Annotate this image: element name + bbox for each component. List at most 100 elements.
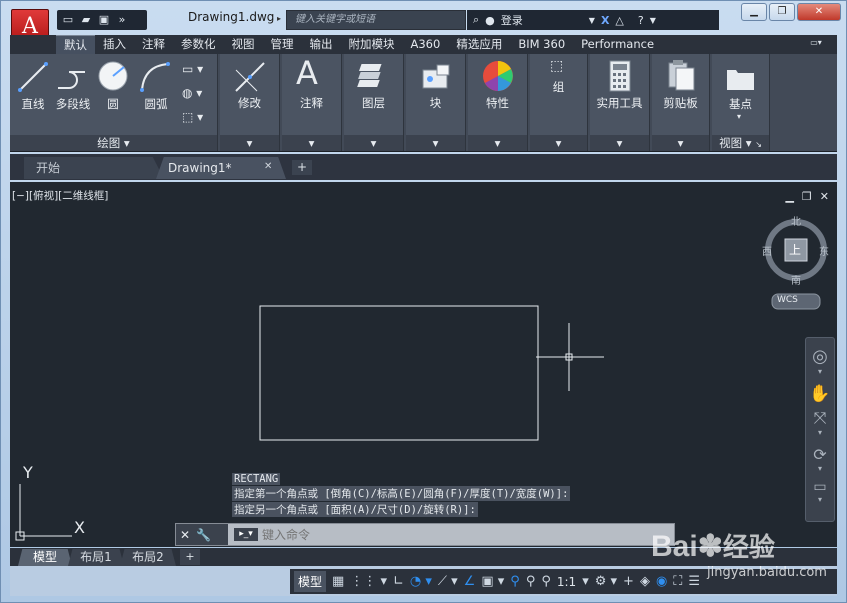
more-icon[interactable]: »	[115, 13, 129, 27]
utilities-dropdown-icon[interactable]: ▾	[590, 135, 649, 151]
draw-panel-footer[interactable]: 绘图 ▾	[10, 135, 217, 151]
panel-launcher-icon[interactable]: ↘	[755, 140, 762, 149]
close-tab-icon[interactable]: ✕	[264, 161, 272, 172]
block-panel[interactable]: 块 ▾	[406, 54, 466, 151]
search-input[interactable]: 键入关键字或短语	[286, 10, 466, 30]
model-space-toggle[interactable]: 模型	[294, 571, 327, 592]
zoom-dropdown-icon[interactable]: ▾	[806, 428, 834, 437]
block-dropdown-icon[interactable]: ▾	[406, 135, 465, 151]
navbar-options-icon[interactable]: ▾	[806, 495, 834, 504]
pan-icon[interactable]: ✋	[806, 384, 834, 404]
auto-scale-icon[interactable]: ⚲	[526, 574, 536, 589]
object-snap-tracking-icon[interactable]: ∠	[464, 574, 476, 589]
circle-icon[interactable]	[96, 59, 130, 93]
help-icon[interactable]: ?	[638, 14, 644, 27]
isodraft-icon[interactable]: ⟋ ▾	[438, 574, 458, 589]
annotation-dropdown-icon[interactable]: ▾	[282, 135, 341, 151]
a360-icon[interactable]: △	[615, 14, 623, 27]
annotation-scale-icon[interactable]: ⚲	[541, 574, 551, 589]
isolate-objects-icon[interactable]: ◈	[640, 574, 650, 589]
login-button[interactable]: 登录	[501, 12, 523, 28]
tab-start[interactable]: 开始	[24, 157, 164, 179]
line-button[interactable]: 直线	[14, 96, 52, 112]
base-point-dropdown-icon[interactable]: ▾	[737, 112, 741, 121]
polyline-button[interactable]: 多段线	[50, 96, 96, 112]
polyline-icon[interactable]	[55, 60, 89, 94]
annotation-scale-value[interactable]: 1:1	[557, 575, 576, 589]
add-icon[interactable]: +	[623, 574, 634, 589]
new-icon[interactable]: ▭	[61, 13, 75, 27]
ribbon-options-icon[interactable]: ▭▾	[803, 38, 829, 51]
boundary-icon[interactable]: ⬚ ▾	[182, 110, 203, 124]
showmotion-icon[interactable]: ▭	[806, 479, 834, 495]
groups-panel[interactable]: ⬚ 组 ▾	[530, 54, 588, 151]
annotation-panel[interactable]: A 注释 ▾	[282, 54, 342, 151]
tab-performance[interactable]: Performance	[573, 35, 662, 54]
add-layout-button[interactable]: +	[180, 549, 200, 565]
line-icon[interactable]	[16, 60, 50, 94]
snap-icon[interactable]: ⋮⋮ ▾	[350, 574, 387, 589]
navbar-dropdown-icon[interactable]: ▾	[806, 367, 834, 376]
tab-annotate[interactable]: 注释	[134, 35, 173, 54]
tab-view[interactable]: 视图	[224, 35, 263, 54]
base-point-button[interactable]: 基点	[712, 96, 769, 112]
arc-button[interactable]: 圆弧	[136, 96, 176, 112]
clipboard-panel[interactable]: 剪贴板 ▾	[652, 54, 710, 151]
viewcube-east[interactable]: 东	[819, 243, 829, 258]
modify-panel[interactable]: 修改 ▾	[220, 54, 280, 151]
tab-bim360[interactable]: BIM 360	[510, 35, 573, 54]
tab-manage[interactable]: 管理	[263, 35, 302, 54]
properties-panel[interactable]: 特性 ▾	[468, 54, 528, 151]
base-point-icon[interactable]	[724, 60, 758, 94]
viewcube-south[interactable]: 南	[791, 272, 801, 287]
groups-dropdown-icon[interactable]: ▾	[530, 135, 587, 151]
tab-default[interactable]: 默认	[56, 34, 95, 55]
polar-icon[interactable]: ◔ ▾	[410, 574, 432, 589]
tab-model[interactable]: 模型	[18, 549, 72, 566]
ortho-icon[interactable]: ∟	[393, 574, 404, 589]
help-dropdown-icon[interactable]: ▼	[650, 16, 656, 25]
command-close-icon[interactable]: ✕	[180, 528, 190, 542]
scale-dropdown-icon[interactable]: ▾	[582, 574, 589, 589]
minimize-icon[interactable]: ▁	[741, 3, 767, 21]
tab-layout1[interactable]: 布局1	[68, 549, 124, 566]
hardware-acceleration-icon[interactable]: ◉	[656, 574, 667, 589]
exchange-icon[interactable]: X	[601, 14, 609, 27]
view-panel-footer[interactable]: 视图 ▾ ↘	[712, 135, 769, 151]
restore-icon[interactable]: ❐	[769, 3, 795, 21]
user-icon[interactable]: ●	[485, 14, 495, 27]
open-icon[interactable]: ▰	[79, 13, 93, 27]
save-icon[interactable]: ▣	[97, 13, 111, 27]
viewcube-north[interactable]: 北	[791, 213, 801, 228]
orbit-icon[interactable]: ⟳	[806, 445, 834, 464]
hatch-icon[interactable]: ◍ ▾	[182, 86, 202, 100]
wrench-icon[interactable]: 🔧	[196, 528, 211, 542]
zoom-extents-icon[interactable]: ⤧	[806, 408, 834, 428]
tab-layout2[interactable]: 布局2	[120, 549, 176, 566]
circle-button[interactable]: 圆	[98, 96, 128, 112]
modify-dropdown-icon[interactable]: ▾	[220, 135, 279, 151]
binoculars-icon[interactable]: ⌕	[473, 13, 479, 27]
grid-icon[interactable]: ▦	[332, 574, 344, 589]
tab-output[interactable]: 输出	[302, 35, 341, 54]
login-dropdown-icon[interactable]: ▼	[589, 16, 595, 25]
layers-dropdown-icon[interactable]: ▾	[344, 135, 403, 151]
drawn-rectangle[interactable]	[259, 305, 539, 441]
layers-panel[interactable]: 图层 ▾	[344, 54, 404, 151]
annotation-visibility-icon[interactable]: ⚲	[510, 574, 520, 589]
clipboard-dropdown-icon[interactable]: ▾	[652, 135, 709, 151]
tab-insert[interactable]: 插入	[95, 35, 134, 54]
drawing-canvas[interactable]: [−][俯视][二维线框] ▁ ❐ ✕ X Y 北 南 西 东 上 WCS ◎ …	[10, 182, 837, 547]
tab-addins[interactable]: 附加模块	[341, 35, 403, 54]
tab-a360[interactable]: A360	[403, 35, 449, 54]
command-input[interactable]	[232, 526, 672, 543]
properties-dropdown-icon[interactable]: ▾	[468, 135, 527, 151]
clean-screen-icon[interactable]: ⛶	[673, 574, 682, 589]
rectangle-icon[interactable]: ▭ ▾	[182, 62, 203, 76]
close-icon[interactable]: ✕	[797, 3, 841, 21]
utilities-panel[interactable]: 实用工具 ▾	[590, 54, 650, 151]
tab-featured-apps[interactable]: 精选应用	[448, 35, 510, 54]
workspace-gear-icon[interactable]: ⚙ ▾	[595, 574, 617, 589]
tab-parametric[interactable]: 参数化	[173, 35, 224, 54]
customization-menu-icon[interactable]: ☰	[688, 574, 700, 589]
